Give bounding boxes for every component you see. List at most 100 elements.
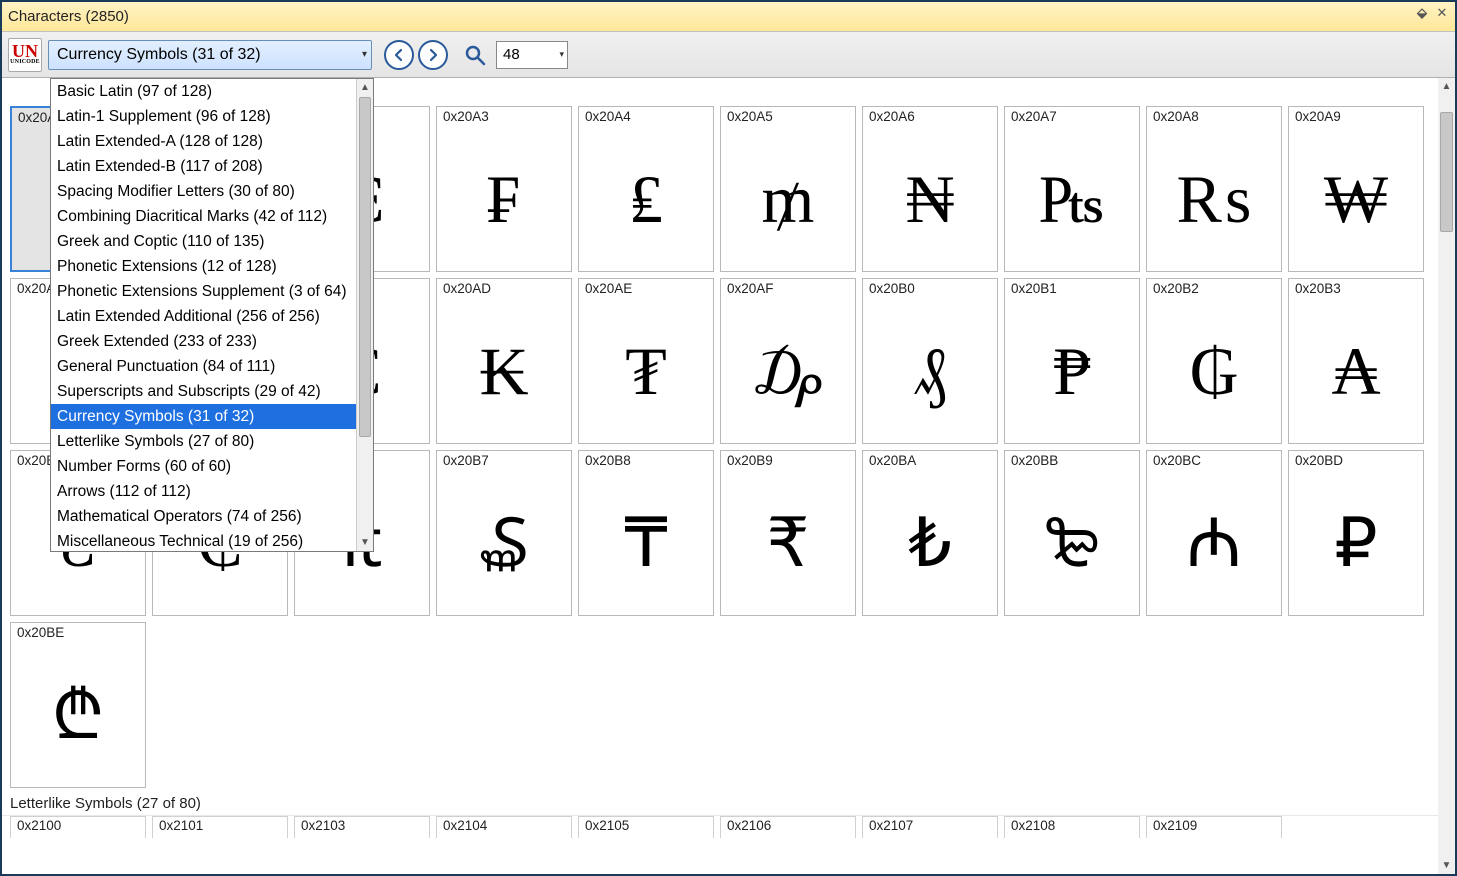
character-cell[interactable]: 0x20AF₯ bbox=[720, 278, 856, 444]
dropdown-item[interactable]: Phonetic Extensions (12 of 128) bbox=[51, 254, 356, 279]
dropdown-item[interactable]: Mathematical Operators (74 of 256) bbox=[51, 504, 356, 529]
window-title: Characters (2850) bbox=[8, 8, 129, 25]
glyph: ₧ bbox=[1039, 165, 1105, 233]
zoom-combo[interactable]: 48 ▾ bbox=[496, 41, 568, 69]
character-cell[interactable]: 0x20BC₼ bbox=[1146, 450, 1282, 616]
scroll-up-icon[interactable]: ▲ bbox=[357, 79, 373, 96]
glyph: ₤ bbox=[629, 165, 663, 233]
character-cell[interactable]: 0x20BD₽ bbox=[1288, 450, 1424, 616]
dropdown-item[interactable]: Phonetic Extensions Supplement (3 of 64) bbox=[51, 279, 356, 304]
scroll-down-icon[interactable]: ▼ bbox=[357, 534, 373, 551]
category-dropdown[interactable]: Basic Latin (97 of 128)Latin-1 Supplemen… bbox=[50, 78, 374, 552]
chevron-down-icon: ▾ bbox=[362, 49, 367, 60]
character-code: 0x20AF bbox=[721, 279, 855, 298]
toolbar: UN UNICODE Currency Symbols (31 of 32) ▾… bbox=[2, 32, 1455, 78]
close-icon[interactable]: ✕ bbox=[1433, 4, 1451, 22]
glyph-wrap: ₯ bbox=[721, 298, 855, 443]
dropdown-item[interactable]: Currency Symbols (31 of 32) bbox=[51, 404, 356, 429]
character-cell[interactable]: 0x20B0 ₰ bbox=[862, 278, 998, 444]
character-cell[interactable]: 0x2107 bbox=[862, 816, 998, 838]
glyph: ₥ bbox=[762, 165, 815, 233]
character-cell[interactable]: 0x20AD₭ bbox=[436, 278, 572, 444]
dropdown-item[interactable]: Spacing Modifier Letters (30 of 80) bbox=[51, 179, 356, 204]
character-cell[interactable]: 0x20B9₹ bbox=[720, 450, 856, 616]
glyph: ₮ bbox=[625, 337, 667, 405]
glyph: ₺ bbox=[908, 509, 951, 577]
dropdown-item[interactable]: Arrows (112 of 112) bbox=[51, 479, 356, 504]
character-cell[interactable]: 0x2100 bbox=[10, 816, 146, 838]
character-cell[interactable]: 0x2101 bbox=[152, 816, 288, 838]
character-cell[interactable]: 0x20BE₾ bbox=[10, 622, 146, 788]
character-cell[interactable]: 0x20AE ₮ bbox=[578, 278, 714, 444]
character-cell[interactable]: 0x20B7₷ bbox=[436, 450, 572, 616]
dropdown-item[interactable]: Greek Extended (233 of 233) bbox=[51, 329, 356, 354]
character-code: 0x20A6 bbox=[863, 107, 997, 126]
dropdown-item[interactable]: Number Forms (60 of 60) bbox=[51, 454, 356, 479]
character-cell[interactable]: 0x20B2₲ bbox=[1146, 278, 1282, 444]
character-cell[interactable]: 0x20B3₳ bbox=[1288, 278, 1424, 444]
dropdown-item[interactable]: General Punctuation (84 of 111) bbox=[51, 354, 356, 379]
glyph-wrap: ₼ bbox=[1147, 470, 1281, 615]
character-cell[interactable]: 0x20A7₧ bbox=[1004, 106, 1140, 272]
character-cell[interactable]: 0x20BA₺ bbox=[862, 450, 998, 616]
category-combo-value: Currency Symbols (31 of 32) bbox=[57, 46, 261, 64]
character-code: 0x20B8 bbox=[579, 451, 713, 470]
dropdown-item[interactable]: Latin-1 Supplement (96 of 128) bbox=[51, 104, 356, 129]
scroll-up-icon[interactable]: ▲ bbox=[1438, 78, 1455, 95]
scroll-thumb[interactable] bbox=[359, 97, 371, 437]
dropdown-item[interactable]: Greek and Coptic (110 of 135) bbox=[51, 229, 356, 254]
dropdown-item[interactable]: Latin Extended-B (117 of 208) bbox=[51, 154, 356, 179]
glyph: ₩ bbox=[1324, 165, 1388, 233]
character-cell[interactable]: 0x20A6 ₦ bbox=[862, 106, 998, 272]
character-cell[interactable]: 0x20A4₤ bbox=[578, 106, 714, 272]
glyph-wrap: ₹ bbox=[721, 470, 855, 615]
character-cell[interactable]: 0x20BB₻ bbox=[1004, 450, 1140, 616]
glyph-wrap: ₸ bbox=[579, 470, 713, 615]
unicode-button[interactable]: UN UNICODE bbox=[8, 38, 42, 72]
glyph: ₸ bbox=[624, 509, 667, 577]
character-cell[interactable]: 0x20B8 ₸ bbox=[578, 450, 714, 616]
character-code: 0x20B2 bbox=[1147, 279, 1281, 298]
next-button[interactable] bbox=[418, 40, 448, 70]
character-code: 0x20BC bbox=[1147, 451, 1281, 470]
glyph-wrap: ₦ bbox=[863, 126, 997, 271]
character-code: 0x20B3 bbox=[1289, 279, 1423, 298]
scroll-down-icon[interactable]: ▼ bbox=[1438, 857, 1455, 874]
character-cell[interactable]: 0x20A5₥ bbox=[720, 106, 856, 272]
character-cell[interactable]: 0x20B1₱ bbox=[1004, 278, 1140, 444]
dropdown-item[interactable]: Letterlike Symbols (27 of 80) bbox=[51, 429, 356, 454]
glyph: ₷ bbox=[479, 509, 528, 577]
dropdown-item[interactable]: Latin Extended-A (128 of 128) bbox=[51, 129, 356, 154]
character-cell[interactable]: 0x2109 bbox=[1146, 816, 1282, 838]
pin-icon[interactable]: ⬙ bbox=[1413, 4, 1431, 22]
dropdown-scrollbar[interactable]: ▲ ▼ bbox=[356, 79, 373, 551]
character-cell[interactable]: 0x2106 bbox=[720, 816, 856, 838]
scroll-thumb[interactable] bbox=[1440, 112, 1453, 232]
glyph-wrap: ₥ bbox=[721, 126, 855, 271]
dropdown-item[interactable]: Basic Latin (97 of 128) bbox=[51, 79, 356, 104]
glyph: ₰ bbox=[913, 337, 947, 405]
character-cell[interactable]: 0x20A8₨ bbox=[1146, 106, 1282, 272]
character-code: 0x20B0 bbox=[863, 279, 997, 298]
category-combo[interactable]: Currency Symbols (31 of 32) ▾ bbox=[48, 40, 372, 70]
dropdown-item[interactable]: Combining Diacritical Marks (42 of 112) bbox=[51, 204, 356, 229]
character-cell[interactable]: 0x2108 bbox=[1004, 816, 1140, 838]
glyph-wrap: ₭ bbox=[437, 298, 571, 443]
glyph-wrap: ₺ bbox=[863, 470, 997, 615]
dropdown-item[interactable]: Latin Extended Additional (256 of 256) bbox=[51, 304, 356, 329]
letterlike-strip: 0x2100 0x2101 0x2103 0x2104 0x2105 0x2106 0x21… bbox=[2, 816, 1438, 838]
vertical-scrollbar[interactable]: ▲ ▼ bbox=[1438, 78, 1455, 874]
glyph-wrap: ₣ bbox=[437, 126, 571, 271]
prev-button[interactable] bbox=[384, 40, 414, 70]
character-cell[interactable]: 0x20A9₩ bbox=[1288, 106, 1424, 272]
character-cell[interactable]: 0x20A3₣ bbox=[436, 106, 572, 272]
character-cell[interactable]: 0x2104 bbox=[436, 816, 572, 838]
glyph: ₦ bbox=[905, 165, 954, 233]
character-cell[interactable]: 0x2105 bbox=[578, 816, 714, 838]
dropdown-item[interactable]: Superscripts and Subscripts (29 of 42) bbox=[51, 379, 356, 404]
character-cell[interactable]: 0x2103 bbox=[294, 816, 430, 838]
dropdown-item[interactable]: Miscellaneous Technical (19 of 256) bbox=[51, 529, 356, 551]
zoom-icon[interactable] bbox=[460, 40, 490, 70]
character-code: 0x20A8 bbox=[1147, 107, 1281, 126]
character-code: 0x20AE bbox=[579, 279, 713, 298]
